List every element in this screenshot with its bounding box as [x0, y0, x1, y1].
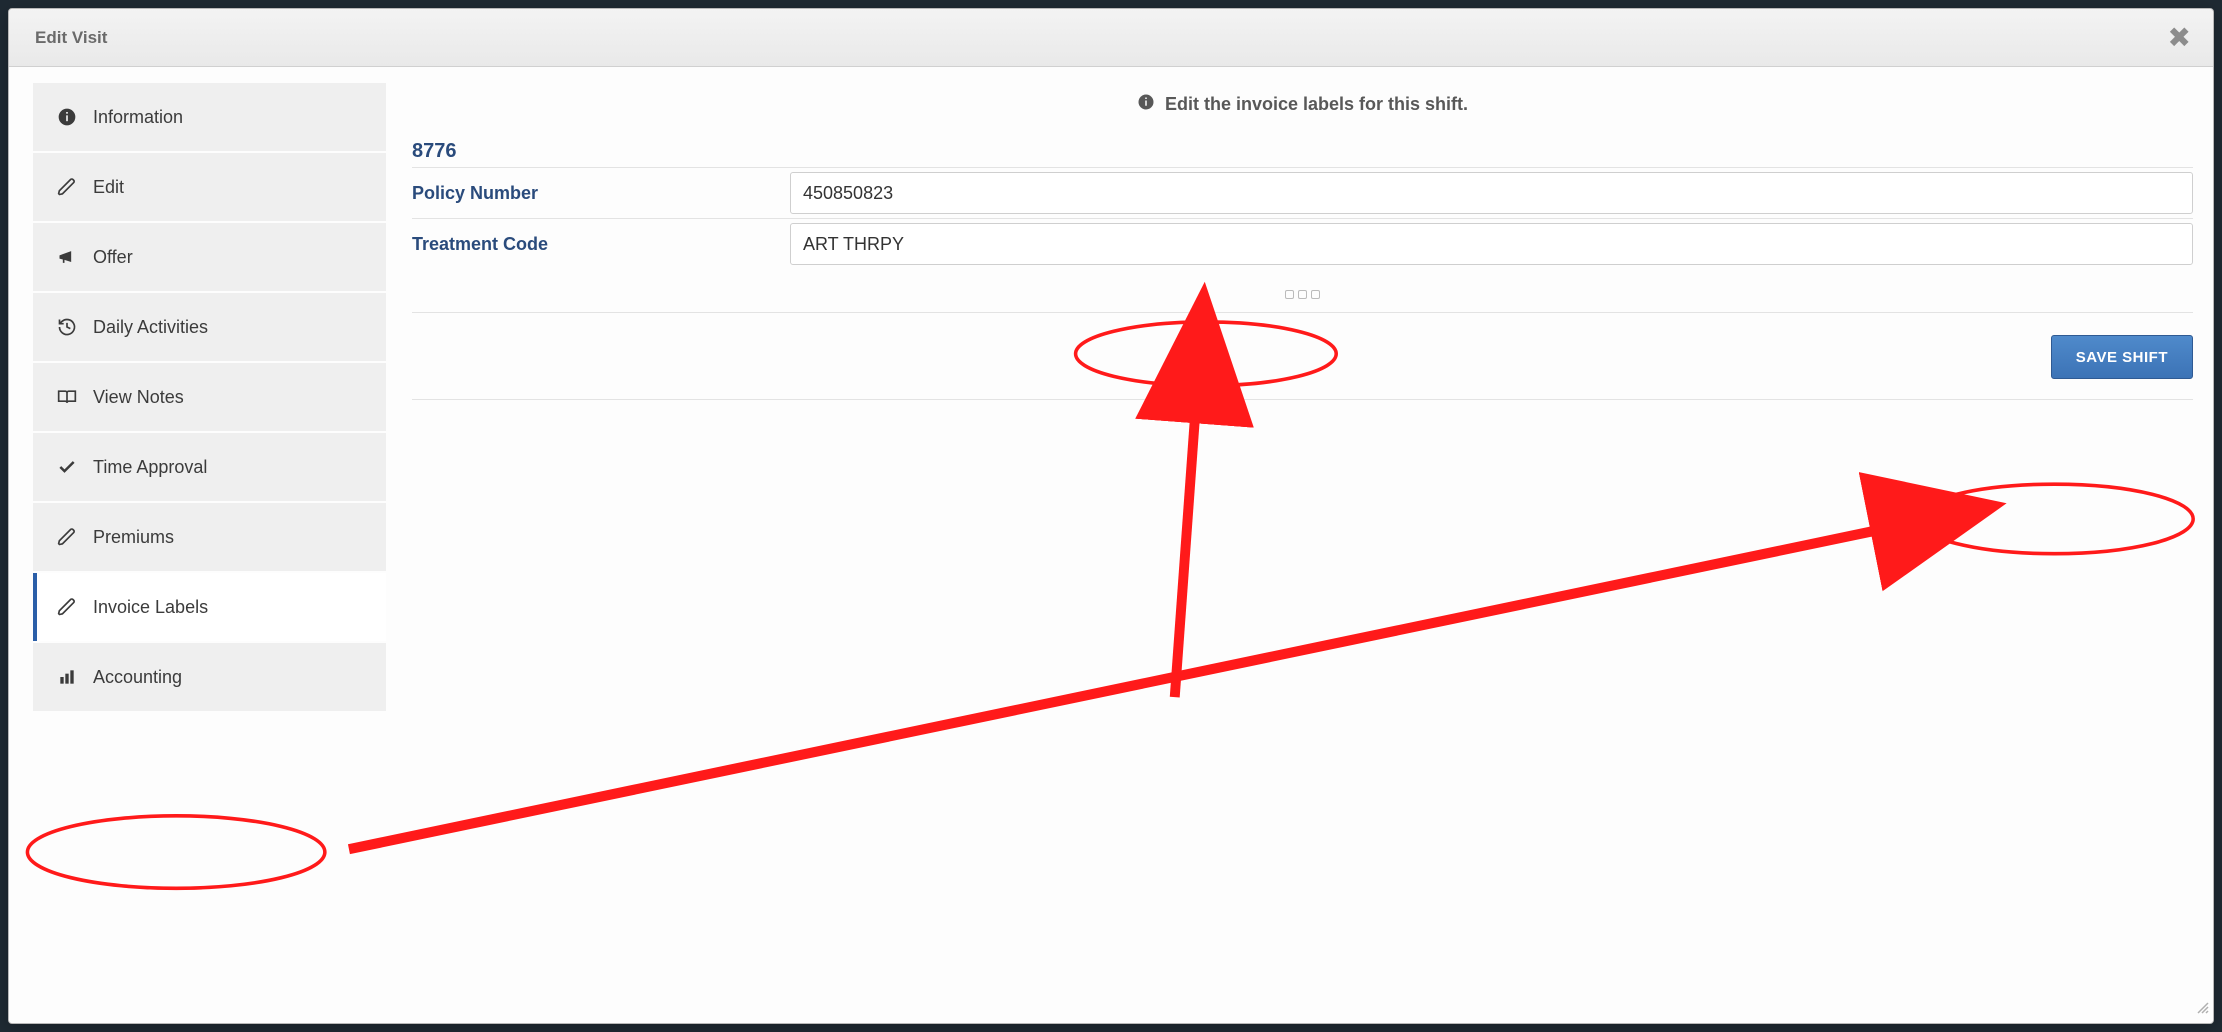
- policy-number-input[interactable]: [790, 172, 2193, 214]
- sidebar-item-label: Time Approval: [93, 457, 207, 478]
- sidebar-item-invoice-labels[interactable]: Invoice Labels: [33, 573, 386, 641]
- content-panel: Edit the invoice labels for this shift. …: [386, 67, 2213, 1023]
- history-icon: [57, 317, 77, 337]
- treatment-code-input[interactable]: [790, 223, 2193, 265]
- info-circle-icon: [57, 107, 77, 127]
- sidebar-item-label: Premiums: [93, 527, 174, 548]
- sidebar-item-view-notes[interactable]: View Notes: [33, 363, 386, 431]
- sidebar-item-label: Accounting: [93, 667, 182, 688]
- edit-visit-modal: Edit Visit ✖ Information Edit Of: [8, 8, 2214, 1024]
- policy-number-label: Policy Number: [412, 175, 790, 212]
- resize-handle-icon[interactable]: [2195, 1000, 2209, 1019]
- check-icon: [57, 457, 77, 477]
- sidebar-item-premiums[interactable]: Premiums: [33, 503, 386, 571]
- sidebar: Information Edit Offer Daily Activities: [9, 67, 386, 1023]
- save-shift-button[interactable]: SAVE SHIFT: [2051, 335, 2193, 379]
- info-circle-icon: [1137, 93, 1155, 116]
- sidebar-item-label: Information: [93, 107, 183, 128]
- sidebar-item-offer[interactable]: Offer: [33, 223, 386, 291]
- sidebar-item-label: Daily Activities: [93, 317, 208, 338]
- modal-header: Edit Visit ✖: [9, 9, 2213, 67]
- pencil-icon: [57, 597, 77, 617]
- section-separator: [412, 269, 2193, 313]
- pencil-icon: [57, 527, 77, 547]
- helper-banner: Edit the invoice labels for this shift.: [412, 93, 2193, 116]
- section-id: 8776: [412, 140, 2193, 163]
- sidebar-item-information[interactable]: Information: [33, 83, 386, 151]
- sidebar-item-label: Invoice Labels: [93, 597, 208, 618]
- sidebar-item-label: Edit: [93, 177, 124, 198]
- sidebar-item-edit[interactable]: Edit: [33, 153, 386, 221]
- sidebar-item-label: View Notes: [93, 387, 184, 408]
- sidebar-item-accounting[interactable]: Accounting: [33, 643, 386, 711]
- helper-text: Edit the invoice labels for this shift.: [1165, 94, 1468, 115]
- field-row-treatment-code: Treatment Code: [412, 218, 2193, 269]
- pencil-icon: [57, 177, 77, 197]
- book-open-icon: [57, 387, 77, 407]
- sidebar-item-label: Offer: [93, 247, 133, 268]
- close-icon[interactable]: ✖: [2168, 24, 2191, 52]
- field-row-policy-number: Policy Number: [412, 167, 2193, 218]
- bullhorn-icon: [57, 247, 77, 267]
- bar-chart-icon: [57, 667, 77, 687]
- treatment-code-label: Treatment Code: [412, 226, 790, 263]
- actions-row: SAVE SHIFT: [412, 313, 2193, 400]
- modal-title: Edit Visit: [35, 28, 107, 48]
- modal-body: Information Edit Offer Daily Activities: [9, 67, 2213, 1023]
- sidebar-item-time-approval[interactable]: Time Approval: [33, 433, 386, 501]
- sidebar-item-daily-activities[interactable]: Daily Activities: [33, 293, 386, 361]
